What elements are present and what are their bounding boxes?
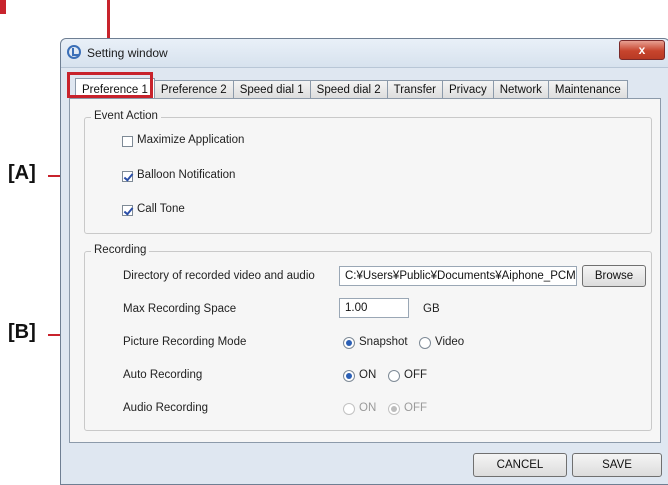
annotation-top-stub xyxy=(0,0,6,14)
auto-recording-off-label: OFF xyxy=(404,369,427,381)
close-button[interactable]: x xyxy=(619,40,665,60)
max-recording-space-label: Max Recording Space xyxy=(123,303,237,315)
directory-label: Directory of recorded video and audio xyxy=(123,270,315,282)
picture-mode-video-radio[interactable] xyxy=(419,337,431,349)
event-action-group: Event Action Maximize Application Balloo… xyxy=(84,110,652,234)
cancel-button[interactable]: CANCEL xyxy=(473,453,567,477)
audio-recording-label: Audio Recording xyxy=(123,402,209,414)
call-tone-label: Call Tone xyxy=(137,203,185,215)
audio-recording-off-radio[interactable] xyxy=(388,403,400,415)
auto-recording-on-label: ON xyxy=(359,369,377,381)
window-title: Setting window xyxy=(87,46,168,60)
balloon-notification-label: Balloon Notification xyxy=(137,169,236,181)
picture-mode-snapshot-label: Snapshot xyxy=(359,336,408,348)
balloon-notification-checkbox[interactable] xyxy=(122,171,133,182)
title-bar[interactable]: Setting window x xyxy=(61,39,668,68)
audio-recording-on-radio[interactable] xyxy=(343,403,355,415)
max-recording-space-unit: GB xyxy=(423,303,440,315)
auto-recording-off-radio[interactable] xyxy=(388,370,400,382)
audio-recording-off-label: OFF xyxy=(404,402,427,414)
maximize-application-label: Maximize Application xyxy=(137,134,245,146)
tab-privacy[interactable]: Privacy xyxy=(442,80,494,99)
picture-mode-video-label: Video xyxy=(435,336,465,348)
directory-input[interactable]: C:¥Users¥Public¥Documents¥Aiphone_PCM xyxy=(339,266,577,286)
browse-button[interactable]: Browse xyxy=(582,265,646,287)
tab-network[interactable]: Network xyxy=(492,80,549,99)
maximize-application-checkbox[interactable] xyxy=(122,136,133,147)
app-icon xyxy=(67,45,81,59)
recording-title: Recording xyxy=(91,244,150,256)
picture-recording-mode-label: Picture Recording Mode xyxy=(123,336,247,348)
tab-speed-dial-2[interactable]: Speed dial 2 xyxy=(309,80,388,99)
tab-preference-2[interactable]: Preference 2 xyxy=(153,80,234,99)
annotation-label-a: [A] xyxy=(8,162,36,184)
close-icon: x xyxy=(638,43,646,57)
call-tone-checkbox[interactable] xyxy=(122,205,133,216)
tab-maintenance[interactable]: Maintenance xyxy=(547,80,628,99)
tab-strip: Preference 1 Preference 2 Speed dial 1 S… xyxy=(75,78,628,99)
picture-mode-snapshot-radio[interactable] xyxy=(343,337,355,349)
max-recording-space-input[interactable]: 1.00 xyxy=(339,298,409,318)
auto-recording-on-radio[interactable] xyxy=(343,370,355,382)
recording-group: Recording Directory of recorded video an… xyxy=(84,244,652,431)
tab-panel: Event Action Maximize Application Balloo… xyxy=(69,98,661,443)
annotation-label-b: [B] xyxy=(8,321,36,343)
setting-window: Setting window x Preference 1 Preference… xyxy=(60,38,668,485)
save-button[interactable]: SAVE xyxy=(572,453,662,477)
active-tab-highlight xyxy=(67,72,153,98)
tab-transfer[interactable]: Transfer xyxy=(386,80,444,99)
event-action-title: Event Action xyxy=(91,110,161,122)
audio-recording-on-label: ON xyxy=(359,402,377,414)
auto-recording-label: Auto Recording xyxy=(123,369,203,381)
tab-speed-dial-1[interactable]: Speed dial 1 xyxy=(232,80,311,99)
